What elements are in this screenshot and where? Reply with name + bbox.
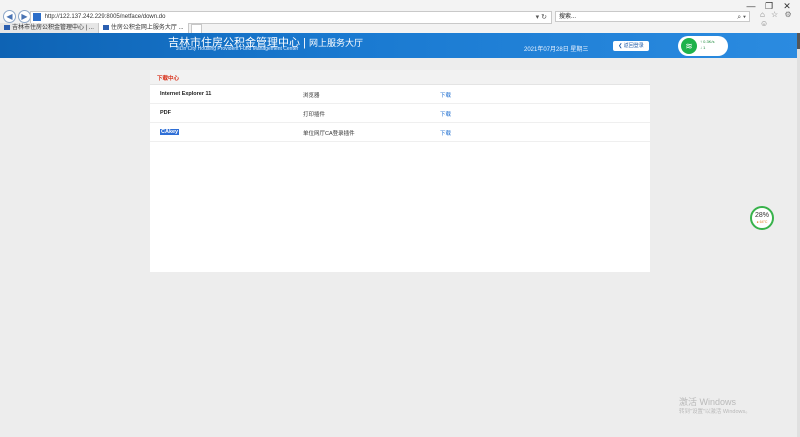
software-name: Internet Explorer 11: [160, 91, 212, 97]
tab-jilin-home[interactable]: 吉林市住房公积金管理中心 | ...: [0, 23, 99, 33]
tab-label: 住房公积金网上服务大厅 ...: [110, 25, 184, 31]
browser-toolbar-icons[interactable]: ⌂ ☆ ⚙ ☺: [760, 10, 800, 28]
table-row: CAkey 单位网厅CA登录插件 下载: [150, 123, 650, 142]
minimize-button[interactable]: —: [742, 1, 760, 11]
software-desc: 浏览器: [303, 93, 320, 99]
address-url: http://122.137.242.229:8005/netface/down…: [44, 14, 166, 20]
download-speed: ↓ 1: [700, 45, 706, 50]
tab-favicon-icon: [102, 24, 109, 30]
download-center-panel: 下载中心 Internet Explorer 11 浏览器 下载 PDF 打印插…: [150, 70, 650, 272]
gauge-temperature: ● 64°C: [756, 220, 768, 224]
site-title-suffix: 网上服务大厅: [308, 38, 363, 48]
tab-favicon-icon: [4, 24, 10, 30]
download-link[interactable]: 下载: [440, 91, 451, 99]
software-desc: 打印插件: [303, 112, 326, 118]
tab-label: 吉林市住房公积金管理中心 | ...: [12, 25, 94, 31]
search-placeholder: 搜索...: [559, 14, 577, 20]
software-name-selected: CAkey: [160, 129, 180, 135]
table-row: Internet Explorer 11 浏览器 下载: [150, 85, 650, 104]
refresh-icon[interactable]: ▾ ↻: [536, 12, 547, 23]
current-date: 2021年07月28日 星期三: [524, 47, 589, 53]
search-input[interactable]: 搜索... ⌕ ▾: [555, 11, 750, 22]
panel-title: 下载中心: [157, 76, 180, 82]
software-name: PDF: [160, 110, 171, 116]
back-arrow-icon[interactable]: ◀: [3, 10, 16, 23]
tab-service-hall[interactable]: 住房公积金网上服务大厅 ...: [98, 23, 189, 33]
download-link[interactable]: 下载: [440, 110, 451, 118]
windows-activation-watermark: 激活 Windows 转到"设置"以激活 Windows。: [679, 397, 751, 417]
table-row: PDF 打印插件 下载: [150, 104, 650, 123]
browser-chrome: — ❐ ✕ ◀ ▶ http://122.137.242.229:8005/ne…: [0, 0, 800, 34]
nav-buttons: ◀ ▶: [3, 10, 31, 23]
site-header: 吉林市住房公积金管理中心 | 网上服务大厅 JiLin City Housing…: [0, 33, 800, 58]
site-title-en: JiLin City Housing Provident Fund Manage…: [176, 46, 299, 52]
back-to-login-button[interactable]: ❮ 返回登录: [613, 41, 649, 51]
wifi-icon: ≋: [681, 38, 697, 54]
watermark-title: 激活 Windows: [679, 397, 737, 407]
gauge-percent: 28%: [754, 212, 769, 219]
cpu-gauge-widget[interactable]: 28% ● 64°C: [750, 206, 774, 230]
software-desc: 单位网厅CA登录插件: [303, 131, 355, 137]
download-link[interactable]: 下载: [440, 129, 451, 137]
network-speed-widget[interactable]: ≋ ↑ 0.3K/s ↓ 1: [678, 36, 728, 56]
network-speed-text: ↑ 0.3K/s ↓ 1: [700, 39, 714, 51]
watermark-subtitle: 转到"设置"以激活 Windows。: [679, 409, 751, 415]
tab-strip: 吉林市住房公积金管理中心 | ... 住房公积金网上服务大厅 ...: [0, 23, 204, 34]
site-favicon-icon: [33, 13, 41, 21]
panel-header: 下载中心: [150, 70, 650, 85]
search-icon[interactable]: ⌕ ▾: [737, 12, 746, 23]
back-to-login-label: 返回登录: [623, 43, 644, 49]
